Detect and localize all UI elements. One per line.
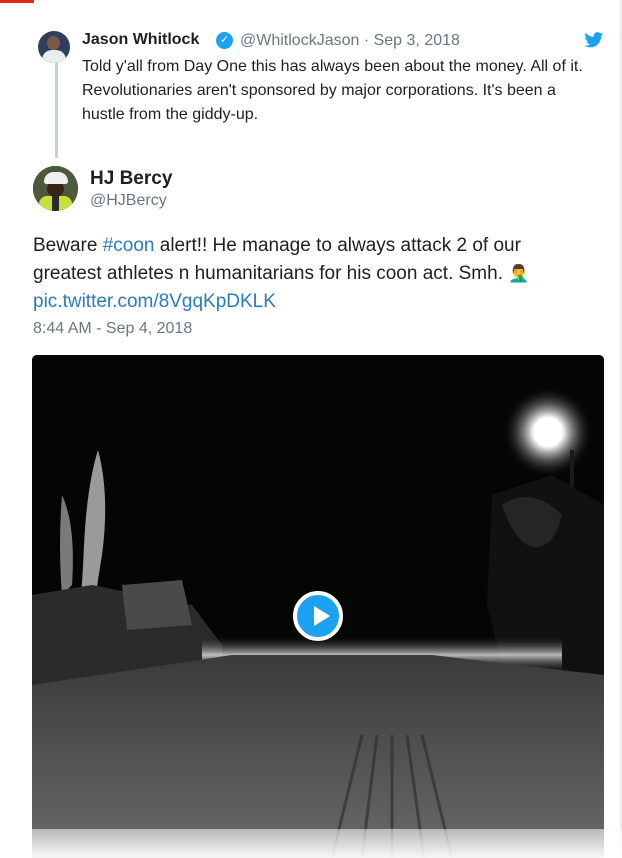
facepalm-emoji-icon: 🤦‍♂️ xyxy=(508,264,530,283)
avatar-shirt xyxy=(42,50,66,63)
avatar-hat xyxy=(44,172,68,184)
twitter-bird-icon[interactable] xyxy=(584,32,604,48)
red-accent-bar xyxy=(0,0,34,3)
quoted-tweet-text: Told y'all from Day One this has always … xyxy=(82,58,583,123)
media-link[interactable]: pic.twitter.com/8VgqKpDKLK xyxy=(33,291,276,312)
verified-badge-icon: ✓ xyxy=(216,32,233,49)
avatar-head xyxy=(47,36,60,50)
play-triangle xyxy=(314,606,330,626)
video-player[interactable] xyxy=(32,355,604,858)
avatar[interactable] xyxy=(38,31,70,63)
quoted-handle-date[interactable]: @WhitlockJason · Sep 3, 2018 xyxy=(240,32,460,50)
street-lamp xyxy=(533,417,563,447)
avatar[interactable] xyxy=(33,166,78,211)
quote-thread-bar xyxy=(55,56,58,158)
author-name[interactable]: HJ Bercy xyxy=(90,168,172,190)
tweet-timestamp[interactable]: 8:44 AM - Sep 4, 2018 xyxy=(33,320,192,338)
play-button-icon[interactable] xyxy=(293,591,343,641)
bottom-fade-overlay xyxy=(0,829,622,858)
author-handle[interactable]: @HJBercy xyxy=(90,192,167,210)
hashtag-link[interactable]: #coon xyxy=(103,235,155,256)
avatar-shirt xyxy=(52,196,59,211)
quoted-tweet[interactable]: Jason Whitlock ✓ @WhitlockJason · Sep 3,… xyxy=(38,22,608,158)
road-surface xyxy=(32,655,604,858)
left-building xyxy=(122,580,192,630)
quoted-author-name[interactable]: Jason Whitlock xyxy=(82,31,199,49)
tweet-text: Beware #coon alert!! He manage to always… xyxy=(33,232,593,316)
tweet-text-part: Beware xyxy=(33,235,103,256)
